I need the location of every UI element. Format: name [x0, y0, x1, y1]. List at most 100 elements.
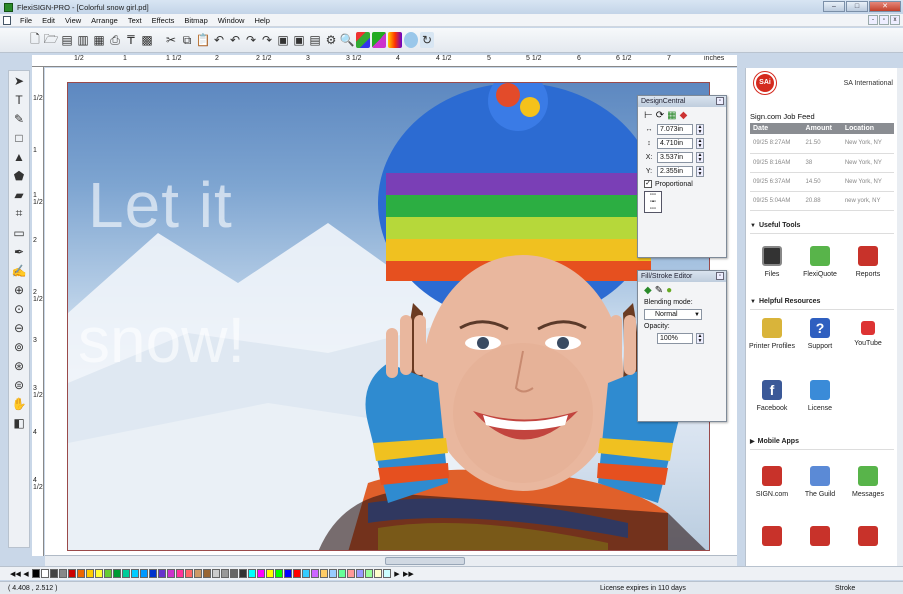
- view-mode-icon[interactable]: ▣: [276, 32, 290, 48]
- width-field[interactable]: 7.073in: [657, 124, 693, 135]
- color-swatch[interactable]: [329, 569, 337, 578]
- menu-window[interactable]: Window: [213, 16, 250, 25]
- zoom-icon[interactable]: 🔍: [340, 32, 355, 48]
- sign-link-icon[interactable]: ↻: [420, 32, 434, 48]
- text-tool-icon[interactable]: T: [9, 90, 29, 109]
- color-swatch[interactable]: [131, 569, 139, 578]
- printer-profiles-item[interactable]: Printer Profiles: [748, 318, 796, 352]
- undo-list-icon[interactable]: ↶: [228, 32, 242, 48]
- print-icon[interactable]: ⎙: [108, 32, 122, 48]
- color-swatch[interactable]: [383, 569, 391, 578]
- color-swatch[interactable]: [302, 569, 310, 578]
- color-swatch[interactable]: [293, 569, 301, 578]
- color-swatch[interactable]: [50, 569, 58, 578]
- helpful-resources-header[interactable]: ▼ Helpful Resources: [750, 298, 894, 310]
- preview-icon[interactable]: ▣: [292, 32, 306, 48]
- color-manager-icon[interactable]: ⚙: [324, 32, 338, 48]
- flexiquote-item[interactable]: FlexiQuote: [796, 246, 844, 280]
- node-edit-icon[interactable]: ✎: [9, 109, 29, 128]
- top-ruler[interactable]: 1/2 1 1 1/2 2 2 1/2 3 3 1/2 4 4 1/2 5 5 …: [32, 55, 737, 67]
- canvas-text-line2[interactable]: snow!: [78, 308, 245, 372]
- useful-tools-header[interactable]: ▼ Useful Tools: [750, 222, 894, 234]
- palette-first-icon[interactable]: ◀◀: [10, 570, 21, 578]
- stroke-pen-icon[interactable]: ✎: [655, 285, 663, 296]
- measure-icon[interactable]: ▭: [9, 223, 29, 242]
- color-swatch[interactable]: [113, 569, 121, 578]
- maximize-button[interactable]: □: [846, 1, 868, 12]
- canvas-photo[interactable]: Let it snow!: [67, 82, 710, 551]
- zoom-in-icon[interactable]: ⊕: [9, 280, 29, 299]
- color-swatch[interactable]: [374, 569, 382, 578]
- redo-icon[interactable]: ↷: [244, 32, 258, 48]
- files-item[interactable]: Files: [748, 246, 796, 280]
- app-item[interactable]: [796, 526, 844, 550]
- color-swatch[interactable]: [32, 569, 40, 578]
- color-swatch[interactable]: [167, 569, 175, 578]
- x-spinner[interactable]: ▲ ▼: [696, 152, 704, 163]
- canvas-h-scrollbar[interactable]: [45, 555, 737, 566]
- color-swatch[interactable]: [122, 569, 130, 578]
- cut-icon[interactable]: ✂: [164, 32, 178, 48]
- color-swatch[interactable]: [185, 569, 193, 578]
- color-swatch[interactable]: [239, 569, 247, 578]
- color-swatch[interactable]: [266, 569, 274, 578]
- color-swatch[interactable]: [203, 569, 211, 578]
- color-tab-icon[interactable]: ◆: [680, 110, 688, 121]
- color-swatch[interactable]: [311, 569, 319, 578]
- app-item[interactable]: [844, 526, 892, 550]
- redo-list-icon[interactable]: ↷: [260, 32, 274, 48]
- crop-icon[interactable]: ⌗: [9, 204, 29, 223]
- zoom-out-icon[interactable]: ⊖: [9, 318, 29, 337]
- menu-bitmap[interactable]: Bitmap: [179, 16, 212, 25]
- fill-stroke-header[interactable]: Fill/Stroke Editor ▫: [638, 271, 726, 282]
- panel-close-button[interactable]: ▫: [716, 97, 724, 105]
- color-palette-icon[interactable]: [356, 32, 370, 48]
- rectangle-icon[interactable]: □: [9, 128, 29, 147]
- menu-text[interactable]: Text: [123, 16, 147, 25]
- open-file-icon[interactable]: 🗁: [44, 32, 59, 48]
- color-swatch[interactable]: [194, 569, 202, 578]
- color-swatch[interactable]: [140, 569, 148, 578]
- palette-next-icon[interactable]: ▶: [392, 570, 402, 578]
- color-swatch[interactable]: [41, 569, 49, 578]
- color-swatch[interactable]: [77, 569, 85, 578]
- color-swatch[interactable]: [248, 569, 256, 578]
- fill-icon[interactable]: ▲: [9, 147, 29, 166]
- gradient-icon[interactable]: [388, 32, 402, 48]
- reports-item[interactable]: Reports: [844, 246, 892, 280]
- facebook-item[interactable]: f Facebook: [748, 380, 796, 414]
- menu-help[interactable]: Help: [249, 16, 274, 25]
- y-field[interactable]: 2.355in: [657, 166, 693, 177]
- scroll-thumb[interactable]: [385, 557, 465, 565]
- width-spinner[interactable]: ▲ ▼: [696, 124, 704, 135]
- design-canvas[interactable]: Let it snow!: [45, 68, 737, 556]
- paste-icon[interactable]: 📋: [196, 32, 211, 48]
- proportional-checkbox[interactable]: ✓: [644, 180, 652, 188]
- color-swatch[interactable]: [68, 569, 76, 578]
- web-link-icon[interactable]: [404, 32, 418, 48]
- x-field[interactable]: 3.537in: [657, 152, 693, 163]
- sai-logo[interactable]: SAi: [754, 72, 776, 94]
- color-swatch[interactable]: [365, 569, 373, 578]
- design-central-icon[interactable]: ▤: [308, 32, 322, 48]
- anchor-grid-icon[interactable]: ▫▫▫ ▫▪▫ ▫▫▫: [644, 191, 662, 213]
- fill-bucket-icon[interactable]: ◆: [644, 285, 652, 296]
- save-icon[interactable]: ▤: [60, 32, 74, 48]
- zoom-area-icon[interactable]: ⊙: [9, 299, 29, 318]
- color-swatch[interactable]: [59, 569, 67, 578]
- color-swatch[interactable]: [320, 569, 328, 578]
- y-spinner[interactable]: ▲ ▼: [696, 166, 704, 177]
- signcom-item[interactable]: SIGN.com: [748, 466, 796, 500]
- rgb-icon[interactable]: [372, 32, 386, 48]
- trace-icon[interactable]: ✍: [9, 261, 29, 280]
- color-swatch[interactable]: [257, 569, 265, 578]
- mobile-apps-header[interactable]: ▶ Mobile Apps: [750, 438, 894, 450]
- new-file-icon[interactable]: 🗋: [28, 32, 42, 48]
- stroke-mode-indicator[interactable]: Stroke: [835, 585, 855, 592]
- copy-icon[interactable]: ⧉: [180, 32, 194, 48]
- app-item[interactable]: [748, 526, 796, 550]
- support-item[interactable]: ? Support: [796, 318, 844, 352]
- save-as-icon[interactable]: ▥: [76, 32, 90, 48]
- fill-tab-icon[interactable]: ▦: [667, 110, 676, 121]
- color-swatch[interactable]: [275, 569, 283, 578]
